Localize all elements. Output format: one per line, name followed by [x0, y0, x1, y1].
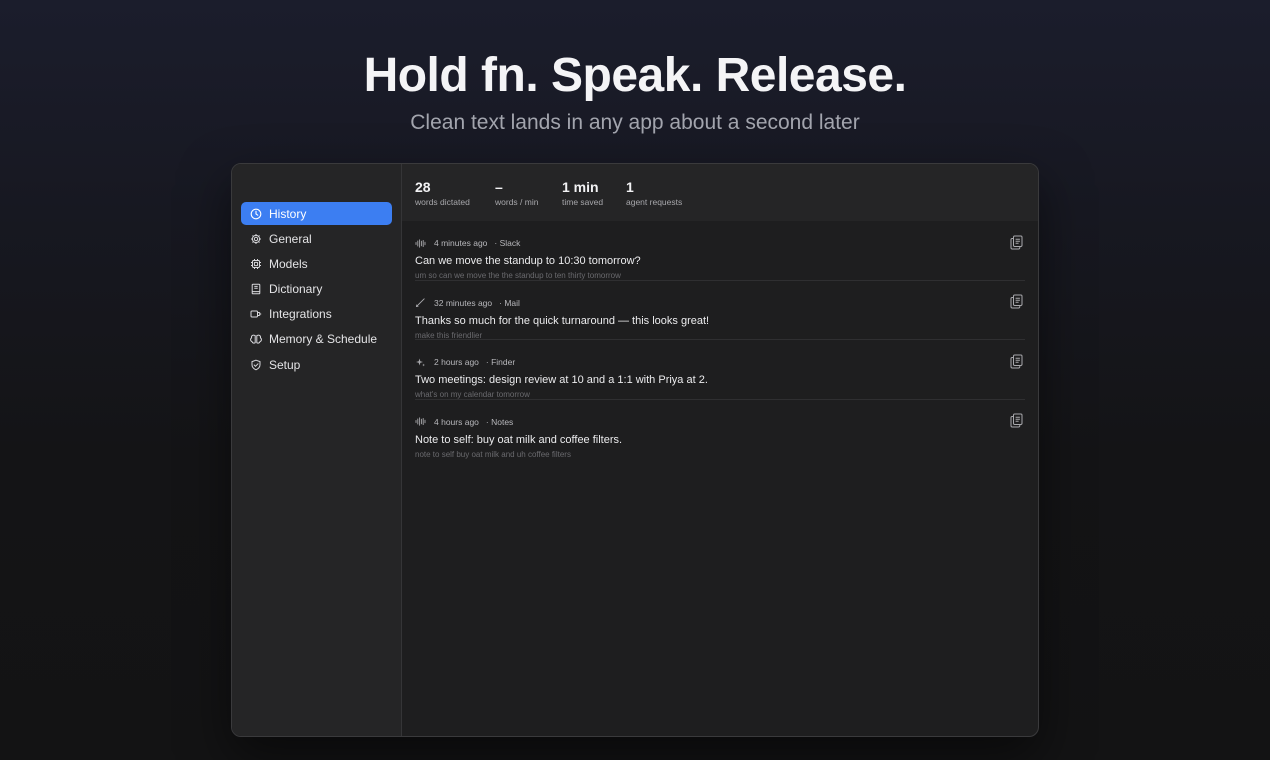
waveform-icon: [415, 238, 426, 249]
entry-raw-transcript: what's on my calendar tomorrow: [415, 390, 530, 399]
sidebar-item-integrations[interactable]: Integrations: [241, 303, 392, 326]
stat-words-dictated: 28 words dictated: [415, 179, 475, 221]
copy-icon: [1010, 235, 1022, 249]
history-entry[interactable]: 2 hours ago · Finder Two meetings: desig…: [415, 340, 1025, 400]
entry-time: 32 minutes ago: [434, 297, 493, 308]
sidebar-item-label: History: [269, 206, 307, 221]
entry-raw-transcript: note to self buy oat milk and uh coffee …: [415, 449, 571, 459]
sidebar-item-general[interactable]: General: [241, 227, 392, 250]
history-list: 4 minutes ago · Slack Can we move the st…: [402, 221, 1038, 459]
hero-title: Hold fn. Speak. Release.: [363, 49, 907, 102]
shield-check-icon: [250, 359, 262, 371]
stat-label: words dictated: [415, 197, 470, 207]
copy-button[interactable]: [1009, 234, 1023, 250]
stat-time-saved: 1 min time saved: [562, 179, 606, 221]
sidebar-item-history[interactable]: History: [241, 202, 392, 225]
sidebar-item-label: Dictionary: [269, 282, 323, 297]
gear-icon: [250, 233, 262, 245]
book-icon: [250, 283, 262, 295]
main-panel: 28 words dictated – words / min 1 min ti…: [402, 164, 1038, 736]
clock-icon: [250, 208, 262, 220]
app-window: History General Models Dictionary Integr: [231, 163, 1039, 737]
hero-subtitle: Clean text lands in any app about a seco…: [410, 111, 860, 134]
stat-value: 1: [626, 179, 634, 195]
sidebar-item-setup[interactable]: Setup: [241, 353, 392, 376]
copy-icon: [1010, 354, 1022, 368]
waveform-icon: [415, 416, 426, 427]
stat-agent-requests: 1 agent requests: [626, 179, 682, 221]
entry-text: Two meetings: design review at 10 and a …: [415, 374, 708, 386]
entry-text: Note to self: buy oat milk and coffee fi…: [415, 433, 623, 446]
copy-button[interactable]: [1009, 294, 1023, 310]
entry-text: Can we move the standup to 10:30 tomorro…: [415, 255, 641, 267]
stat-value: 28: [415, 179, 431, 195]
sidebar-item-label: Memory & Schedule: [269, 332, 378, 347]
sidebar-item-memory-schedule[interactable]: Memory & Schedule: [241, 328, 392, 351]
sidebar-item-label: Models: [269, 256, 308, 271]
stat-label: time saved: [562, 197, 604, 207]
entry-app: · Mail: [499, 297, 520, 308]
plug-icon: [250, 308, 262, 320]
brain-icon: [250, 333, 262, 345]
pencil-icon: [415, 297, 426, 308]
history-entry[interactable]: 4 minutes ago · Slack Can we move the st…: [415, 221, 1025, 281]
entry-time: 2 hours ago: [434, 357, 479, 367]
copy-button[interactable]: [1009, 413, 1023, 429]
chip-icon: [250, 258, 262, 270]
sparkle-icon: [415, 357, 426, 368]
sidebar-item-label: General: [269, 231, 312, 246]
entry-raw-transcript: make this friendlier: [415, 330, 483, 340]
sidebar-item-label: Integrations: [269, 307, 332, 322]
stat-label: agent requests: [626, 197, 683, 207]
sidebar-item-dictionary[interactable]: Dictionary: [241, 278, 392, 301]
sidebar-item-models[interactable]: Models: [241, 252, 392, 275]
entry-time: 4 hours ago: [434, 416, 479, 427]
history-entry[interactable]: 32 minutes ago · Mail Thanks so much for…: [415, 281, 1025, 340]
entry-raw-transcript: um so can we move the the standup to ten…: [415, 271, 621, 280]
stats-bar: 28 words dictated – words / min 1 min ti…: [402, 164, 1038, 221]
copy-icon: [1010, 294, 1022, 309]
copy-icon: [1010, 413, 1022, 428]
entry-app: · Slack: [494, 238, 521, 248]
entry-text: Thanks so much for the quick turnaround …: [415, 314, 710, 327]
sidebar: History General Models Dictionary Integr: [232, 164, 402, 736]
sidebar-item-label: Setup: [269, 357, 301, 372]
stat-label: words / min: [495, 197, 539, 207]
stat-words-per-min: – words / min: [495, 179, 542, 221]
entry-app: · Finder: [485, 357, 516, 367]
copy-button[interactable]: [1009, 353, 1023, 369]
stat-value: –: [495, 179, 503, 195]
entry-app: · Notes: [485, 416, 514, 427]
stat-value: 1 min: [562, 179, 599, 195]
history-entry[interactable]: 4 hours ago · Notes Note to self: buy oa…: [415, 400, 1025, 460]
entry-time: 4 minutes ago: [434, 238, 488, 248]
